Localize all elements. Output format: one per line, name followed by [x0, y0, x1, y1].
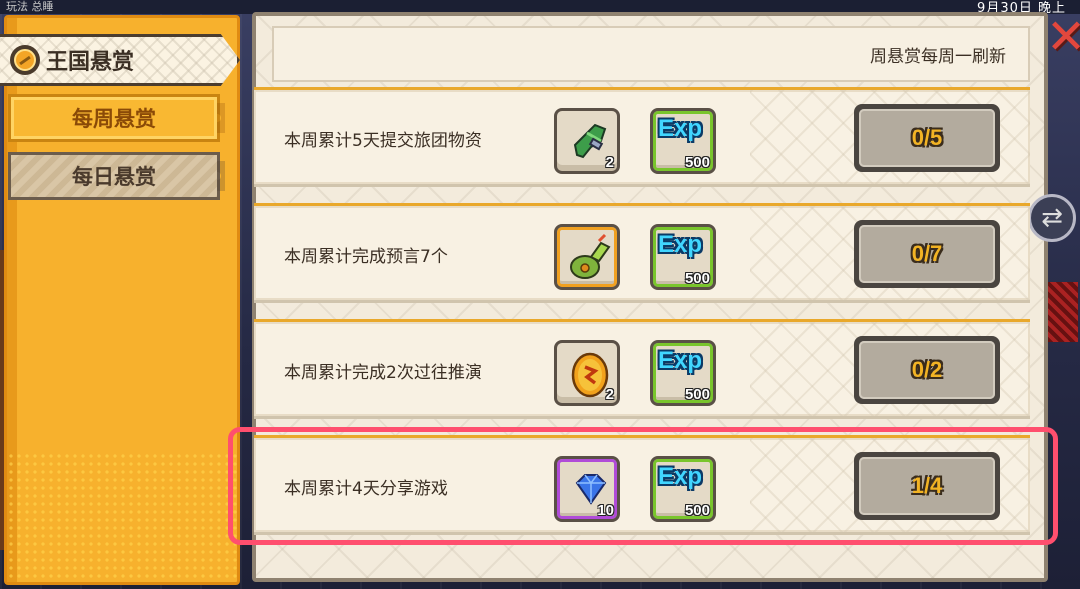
reward-exp-qty: 500: [684, 270, 710, 287]
task-row: 本周累计完成2次过往推演 2 Exp 500 0/2: [254, 319, 1030, 419]
progress-indicator: 0/5: [854, 104, 1000, 172]
reward-exp-slot[interactable]: Exp 500: [650, 456, 716, 522]
progress-indicator: 0/2: [854, 336, 1000, 404]
green-pouch-icon: [570, 233, 611, 279]
task-row: 本周累计4天分享游戏 10 Exp 500 1/4: [254, 435, 1030, 535]
reward-exp-qty: 500: [684, 502, 710, 519]
reward-item-qty: 2: [605, 154, 614, 171]
close-button[interactable]: ✕: [1046, 13, 1080, 61]
reward-item-slot[interactable]: 2: [554, 340, 620, 406]
tab-daily-bounty[interactable]: 每日悬赏: [8, 152, 225, 200]
exp-icon: Exp: [658, 463, 703, 490]
task-name: 本周累计完成预言7个: [284, 247, 448, 267]
reward-exp-slot[interactable]: Exp 500: [650, 224, 716, 290]
reward-item-qty: 10: [597, 502, 614, 519]
coin-icon: [10, 45, 40, 75]
reward-exp-qty: 500: [684, 154, 710, 171]
exp-icon: Exp: [658, 347, 703, 374]
reward-exp-qty: 500: [684, 386, 710, 403]
progress-indicator: 0/7: [854, 220, 1000, 288]
sidebar-dot-pattern: [7, 452, 237, 582]
reward-item-qty: 2: [605, 386, 614, 403]
panel-header: 周悬赏每周一刷新: [272, 26, 1030, 82]
progress-text: 1/4: [859, 457, 995, 515]
reward-item-slot[interactable]: [554, 224, 620, 290]
task-name: 本周累计4天分享游戏: [284, 479, 448, 499]
reward-exp-slot[interactable]: Exp 500: [650, 108, 716, 174]
tab-weekly-bounty[interactable]: 每周悬赏: [8, 94, 225, 142]
progress-text: 0/5: [859, 109, 995, 167]
reward-exp-slot[interactable]: Exp 500: [650, 340, 716, 406]
reward-item-slot[interactable]: 2: [554, 108, 620, 174]
top-left-text: 玩法 总睡: [6, 0, 54, 13]
progress-text: 0/7: [859, 225, 995, 283]
tab-daily-label: 每日悬赏: [72, 165, 156, 189]
tab-weekly-label: 每周悬赏: [72, 107, 156, 131]
task-row: 本周累计完成预言7个 Exp 500 0/7: [254, 203, 1030, 303]
task-row: 本周累计5天提交旅团物资 2 Exp 500 0/5: [254, 87, 1030, 187]
progress-text: 0/2: [859, 341, 995, 399]
exp-icon: Exp: [658, 115, 703, 142]
task-name: 本周累计5天提交旅团物资: [284, 131, 482, 151]
refresh-cycle-icon[interactable]: ⇄: [1028, 194, 1076, 242]
refresh-note: 周悬赏每周一刷新: [870, 46, 1006, 67]
reward-item-slot[interactable]: 10: [554, 456, 620, 522]
exp-icon: Exp: [658, 231, 703, 258]
progress-indicator: 1/4: [854, 452, 1000, 520]
task-name: 本周累计完成2次过往推演: [284, 363, 482, 383]
kingdom-bounty-title: 王国悬赏: [46, 50, 135, 75]
kingdom-bounty-banner: 王国悬赏: [0, 34, 240, 86]
